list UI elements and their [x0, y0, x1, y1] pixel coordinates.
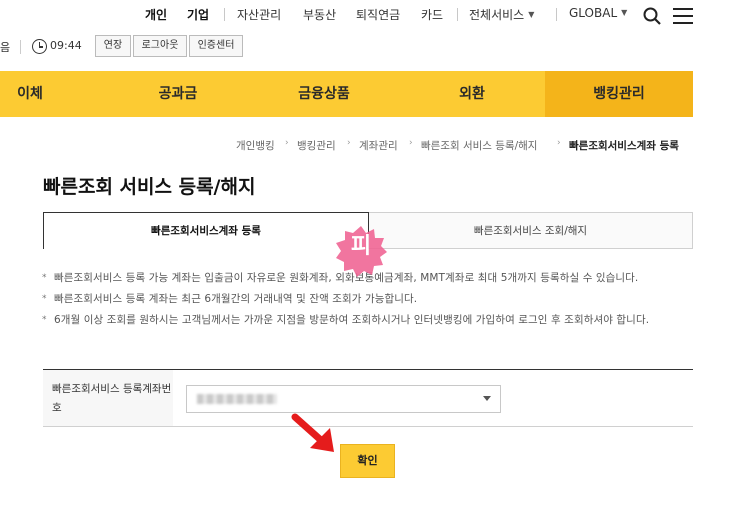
- nav-divider: [457, 8, 458, 21]
- clock-icon: [32, 39, 47, 54]
- form-bottom-border: [43, 426, 693, 427]
- nav-global[interactable]: GLOBAL ▼: [569, 6, 627, 20]
- page-title: 빠른조회 서비스 등록/해지: [43, 176, 256, 198]
- nav-corporate[interactable]: 기업: [187, 6, 209, 23]
- account-select[interactable]: [186, 385, 501, 413]
- top-navigation: 개인 기업 자산관리 부동산 퇴직연금 카드 전체서비스 ▼ GLOBAL ▼: [0, 0, 730, 32]
- nav-personal[interactable]: 개인: [145, 6, 167, 23]
- chevron-right-icon: ›: [347, 138, 351, 148]
- nav-divider: [556, 8, 557, 21]
- menu-financial-products[interactable]: 금융상품: [272, 71, 376, 117]
- watermark-badge-icon: [336, 226, 387, 277]
- confirm-button[interactable]: 확인: [340, 444, 395, 478]
- nav-pension[interactable]: 퇴직연금: [356, 6, 400, 23]
- cert-center-button[interactable]: 인증센터: [189, 35, 243, 57]
- menu-transfer[interactable]: 이체: [0, 71, 60, 117]
- breadcrumb-item[interactable]: 계좌관리: [359, 138, 398, 153]
- bullet-star: *: [42, 273, 47, 283]
- tab-inquiry-cancel[interactable]: 빠른조회서비스 조회/해지: [368, 212, 693, 249]
- dropdown-arrow-icon: [483, 396, 491, 401]
- nav-card[interactable]: 카드: [421, 6, 443, 23]
- nav-real-estate[interactable]: 부동산: [303, 6, 336, 23]
- nav-asset-management[interactable]: 자산관리: [237, 6, 281, 23]
- notice-item: * 6개월 이상 조회를 원하시는 고객님께서는 가까운 지점을 방문하여 조회…: [42, 311, 694, 329]
- bullet-star: *: [42, 315, 47, 325]
- masked-account-number: [197, 394, 277, 404]
- account-number-label: 빠른조회서비스 등록계좌번호: [43, 370, 173, 426]
- nav-all-services[interactable]: 전체서비스 ▼: [469, 6, 534, 23]
- search-icon[interactable]: [643, 7, 661, 25]
- logout-button[interactable]: 로그아웃: [133, 35, 187, 57]
- notice-text: 빠른조회서비스 등록 계좌는 최근 6개월간의 거래내역 및 잔액 조회가 가능…: [54, 293, 418, 305]
- breadcrumb-item[interactable]: 뱅킹관리: [297, 138, 336, 153]
- breadcrumb-item[interactable]: 빠른조회 서비스 등록/해지: [421, 138, 537, 153]
- menu-utility-bills[interactable]: 공과금: [126, 71, 230, 117]
- session-divider: [20, 40, 21, 54]
- session-time: 09:44: [50, 39, 82, 52]
- chevron-right-icon: ›: [409, 138, 413, 148]
- notice-item: * 빠른조회서비스 등록 계좌는 최근 6개월간의 거래내역 및 잔액 조회가 …: [42, 290, 694, 308]
- breadcrumb: 개인뱅킹 › 뱅킹관리 › 계좌관리 › 빠른조회 서비스 등록/해지 › 빠른…: [0, 138, 693, 154]
- chevron-right-icon: ›: [285, 138, 289, 148]
- tab-register-account[interactable]: 빠른조회서비스계좌 등록: [43, 212, 369, 249]
- menu-foreign-exchange[interactable]: 외환: [420, 71, 524, 117]
- breadcrumb-current: 빠른조회서비스계좌 등록: [569, 140, 679, 152]
- nav-global-label: GLOBAL: [569, 6, 618, 20]
- red-arrow-annotation-icon: [291, 413, 334, 452]
- breadcrumb-item[interactable]: 개인뱅킹: [236, 138, 275, 153]
- nav-all-services-label: 전체서비스: [469, 8, 525, 22]
- chevron-right-icon: ›: [557, 138, 561, 148]
- caret-down-icon: ▼: [621, 8, 628, 17]
- caret-down-icon: ▼: [528, 10, 535, 19]
- extend-session-button[interactable]: 연장: [95, 35, 131, 57]
- session-user-text: 음: [0, 41, 11, 54]
- nav-divider: [224, 8, 225, 21]
- main-menu: 이체 공과금 금융상품 외환 뱅킹관리: [0, 71, 693, 117]
- bullet-star: *: [42, 294, 47, 304]
- menu-banking-management[interactable]: 뱅킹관리: [545, 71, 693, 117]
- hamburger-menu-icon[interactable]: [673, 8, 693, 24]
- notice-text: 6개월 이상 조회를 원하시는 고객님께서는 가까운 지점을 방문하여 조회하시…: [54, 314, 650, 326]
